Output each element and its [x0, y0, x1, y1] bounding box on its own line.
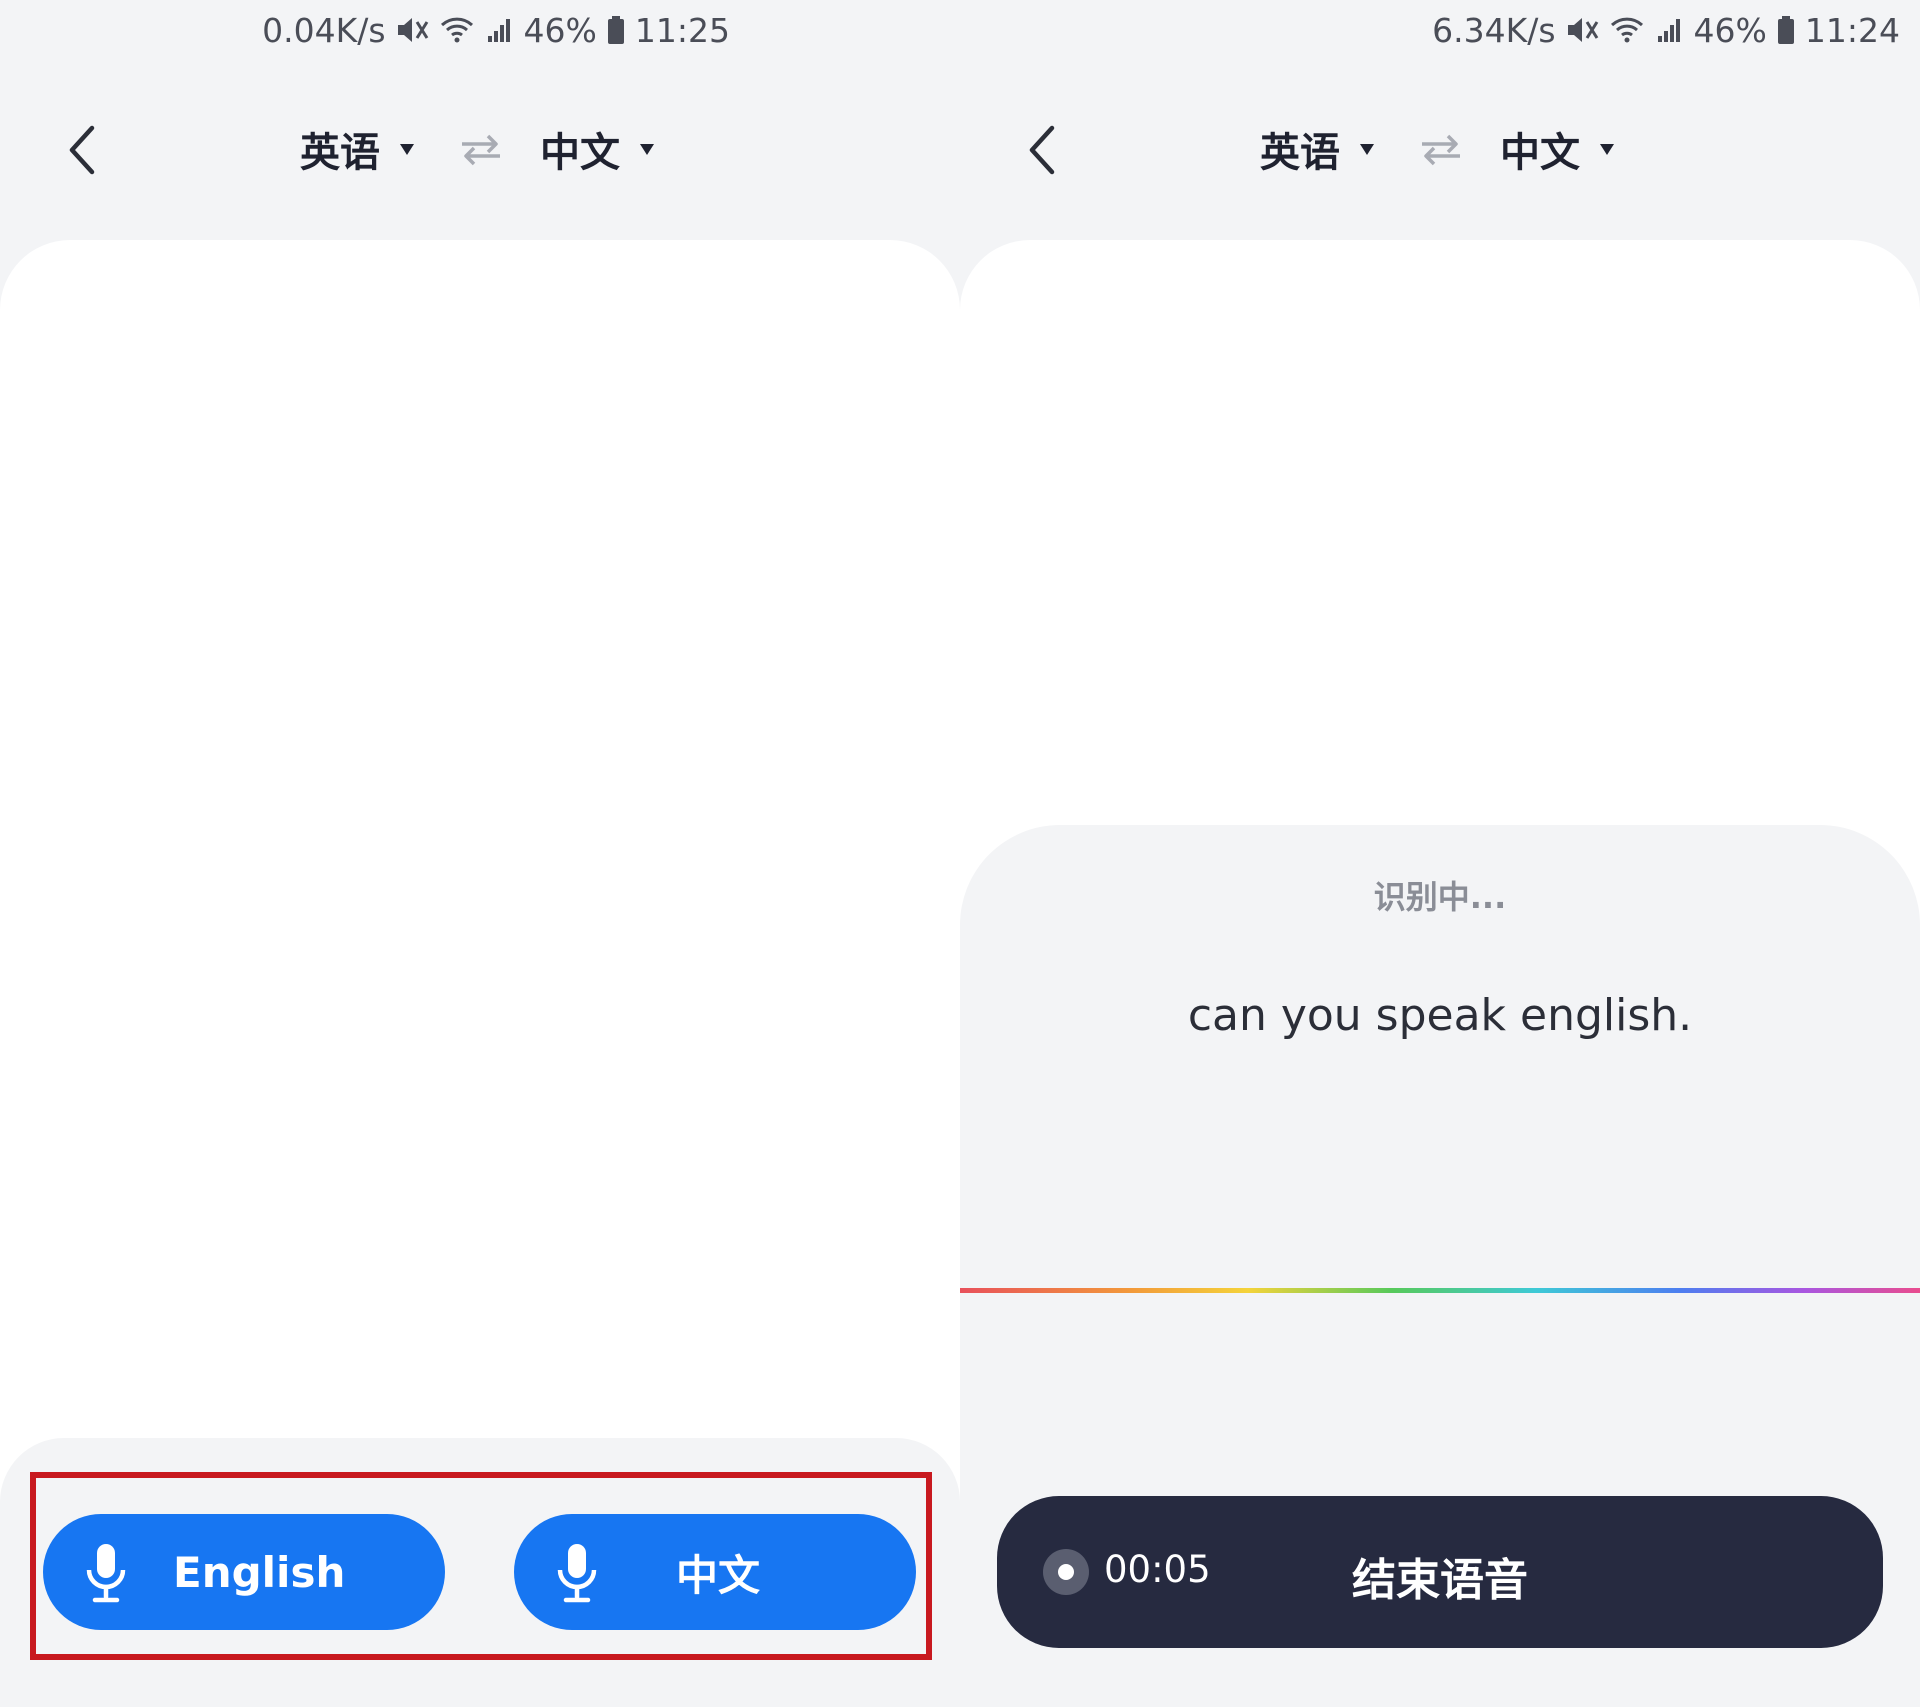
wifi-icon	[440, 17, 473, 43]
target-language-label: 中文	[1500, 130, 1580, 176]
end-voice-label: 结束语音	[1352, 1555, 1528, 1606]
end-voice-button[interactable]: 00:05 结束语音	[997, 1496, 1883, 1648]
battery-icon	[607, 16, 624, 44]
swap-icon[interactable]	[1414, 126, 1468, 174]
chevron-down-icon	[1600, 143, 1614, 155]
battery-icon	[1777, 16, 1794, 44]
language-header: 英语 中文	[960, 100, 1920, 200]
right-screen: 6.34K/s 46% 11:24 英语 中文 识别中... can you s…	[960, 0, 1920, 1707]
source-language-select[interactable]: 英语	[1260, 120, 1374, 178]
source-language-label: 英语	[1260, 130, 1340, 176]
microphone-icon	[86, 1544, 126, 1603]
microphone-icon	[557, 1544, 597, 1603]
chevron-down-icon	[400, 143, 414, 155]
battery-percent: 46%	[523, 10, 597, 50]
source-language-select[interactable]: 英语	[300, 120, 414, 178]
swap-icon[interactable]	[454, 126, 508, 174]
clock: 11:25	[634, 10, 730, 50]
chevron-down-icon	[1360, 143, 1374, 155]
status-bar: 0.04K/s 46% 11:25	[262, 0, 730, 60]
english-button-label: English	[173, 1547, 346, 1597]
source-language-label: 英语	[300, 130, 380, 176]
mute-icon	[397, 18, 428, 42]
target-language-label: 中文	[540, 130, 620, 176]
chevron-down-icon	[640, 143, 654, 155]
back-icon[interactable]	[1018, 122, 1068, 178]
recognized-text: can you speak english.	[1187, 990, 1693, 1041]
net-speed: 6.34K/s	[1432, 10, 1556, 50]
english-voice-button[interactable]: English	[43, 1514, 445, 1630]
left-screen: 0.04K/s 46% 11:25 英语 中文 English 中文	[0, 0, 960, 1707]
clock: 11:24	[1804, 10, 1900, 50]
target-language-select[interactable]: 中文	[540, 120, 654, 178]
recognition-status: 识别中...	[1373, 878, 1507, 916]
chinese-voice-button[interactable]: 中文	[514, 1514, 916, 1630]
signal-icon	[1657, 19, 1680, 42]
status-bar: 6.34K/s 46% 11:24	[1432, 0, 1900, 60]
wifi-icon	[1610, 17, 1643, 43]
language-header: 英语 中文	[0, 100, 960, 200]
audio-waveform-line	[960, 1288, 1920, 1293]
back-icon[interactable]	[58, 122, 108, 178]
signal-icon	[487, 19, 510, 42]
mute-icon	[1567, 18, 1598, 42]
net-speed: 0.04K/s	[262, 10, 386, 50]
chinese-button-label: 中文	[676, 1550, 761, 1600]
target-language-select[interactable]: 中文	[1500, 120, 1614, 178]
battery-percent: 46%	[1693, 10, 1767, 50]
